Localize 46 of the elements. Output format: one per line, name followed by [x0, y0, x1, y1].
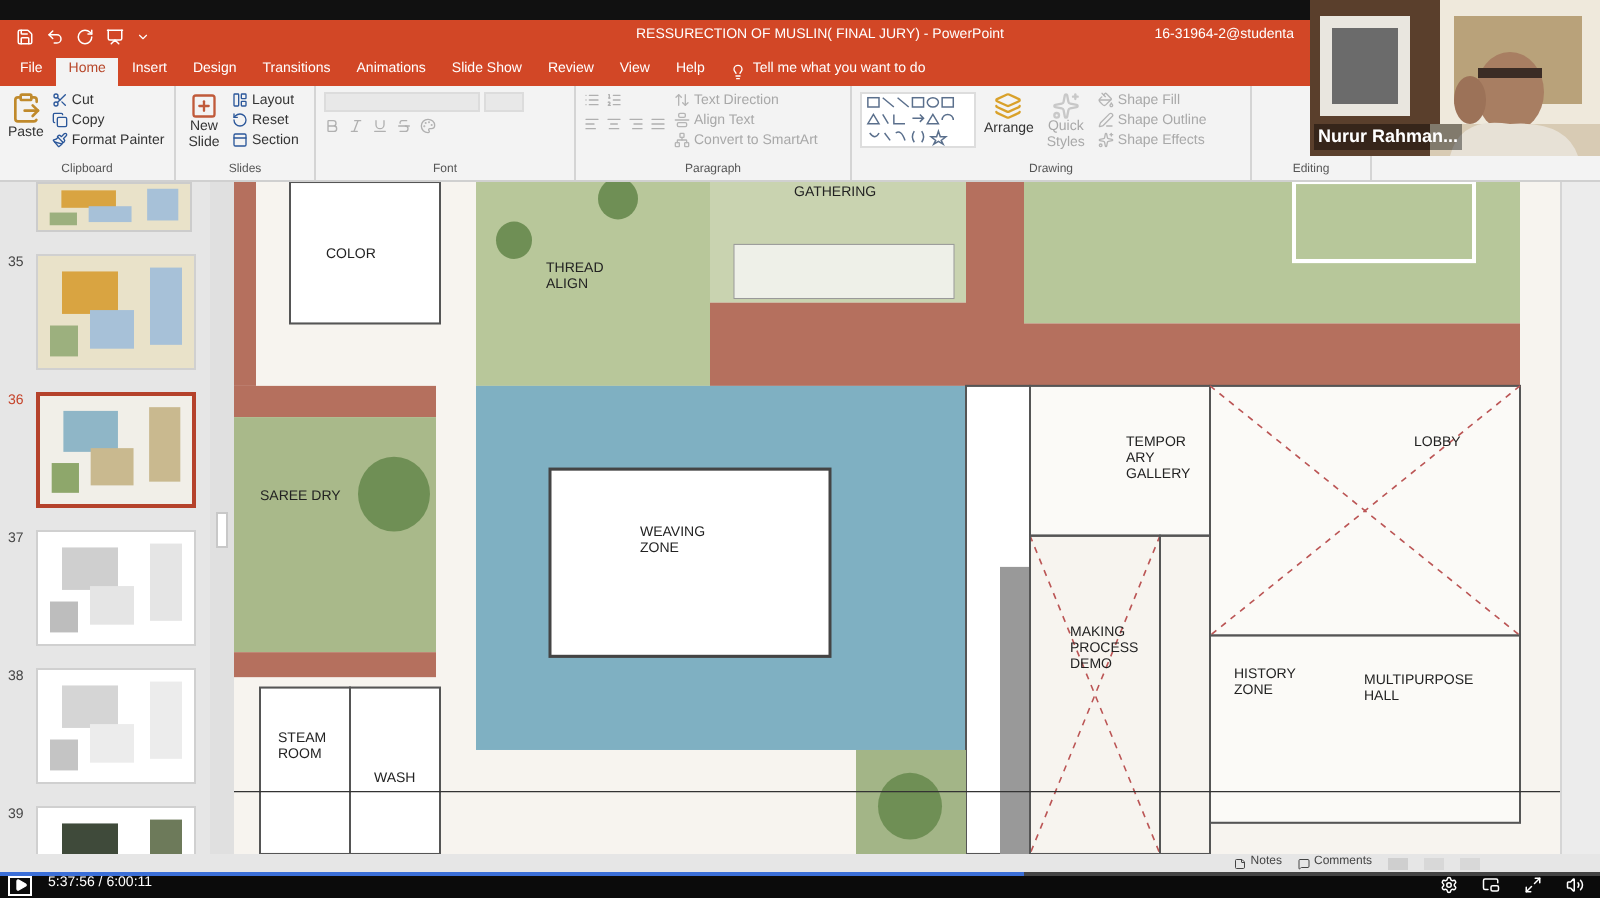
tool-icon	[1097, 112, 1114, 129]
quick-styles-icon	[1051, 91, 1080, 120]
font-format-icon[interactable]	[372, 117, 388, 134]
progress-track[interactable]	[0, 872, 1600, 877]
new-slide-icon	[190, 91, 218, 120]
tool-icon	[51, 112, 68, 129]
tool-icon	[674, 112, 690, 129]
undo-icon[interactable]	[46, 27, 64, 46]
font-format-icon[interactable]	[324, 117, 340, 134]
arrange-icon	[994, 91, 1023, 120]
font-format-icon[interactable]	[420, 117, 436, 134]
comments-icon	[1297, 857, 1310, 870]
redo-icon[interactable]	[76, 27, 94, 46]
vertical-scrollbar[interactable]	[1560, 182, 1600, 855]
picture-in-picture-icon[interactable]	[1482, 876, 1500, 895]
caret-icon[interactable]	[136, 29, 150, 44]
align-icon[interactable]	[584, 115, 600, 132]
tool-icon	[51, 92, 68, 109]
align-icon[interactable]	[650, 115, 666, 132]
tool-icon	[232, 92, 248, 109]
participant-name: Nurur Rahman...	[1314, 123, 1463, 150]
font-format-icon[interactable]	[348, 117, 364, 134]
volume-icon[interactable]	[1566, 876, 1584, 895]
notes-icon	[1234, 857, 1247, 870]
play-button[interactable]	[8, 875, 32, 896]
tool-icon	[1097, 132, 1114, 149]
fullscreen-icon[interactable]	[1524, 876, 1542, 895]
presentation-icon[interactable]	[106, 27, 124, 46]
play-icon	[13, 878, 27, 893]
scrollbar-thumb[interactable]	[216, 512, 228, 549]
tool-icon	[674, 92, 690, 109]
save-icon[interactable]	[16, 27, 34, 46]
font-format-icon[interactable]	[396, 117, 412, 134]
list-icon[interactable]	[606, 91, 622, 108]
paste-icon	[9, 91, 42, 124]
tool-icon	[232, 132, 248, 149]
list-icon[interactable]	[584, 91, 600, 108]
tool-icon	[232, 112, 248, 129]
shapes-gallery-drawing[interactable]	[860, 91, 976, 148]
align-icon[interactable]	[628, 115, 644, 132]
lightbulb-icon	[730, 63, 747, 80]
tool-icon	[1097, 92, 1114, 109]
settings-icon[interactable]	[1440, 876, 1458, 895]
align-icon[interactable]	[606, 115, 622, 132]
tool-icon	[674, 132, 690, 149]
tool-icon	[51, 132, 68, 149]
